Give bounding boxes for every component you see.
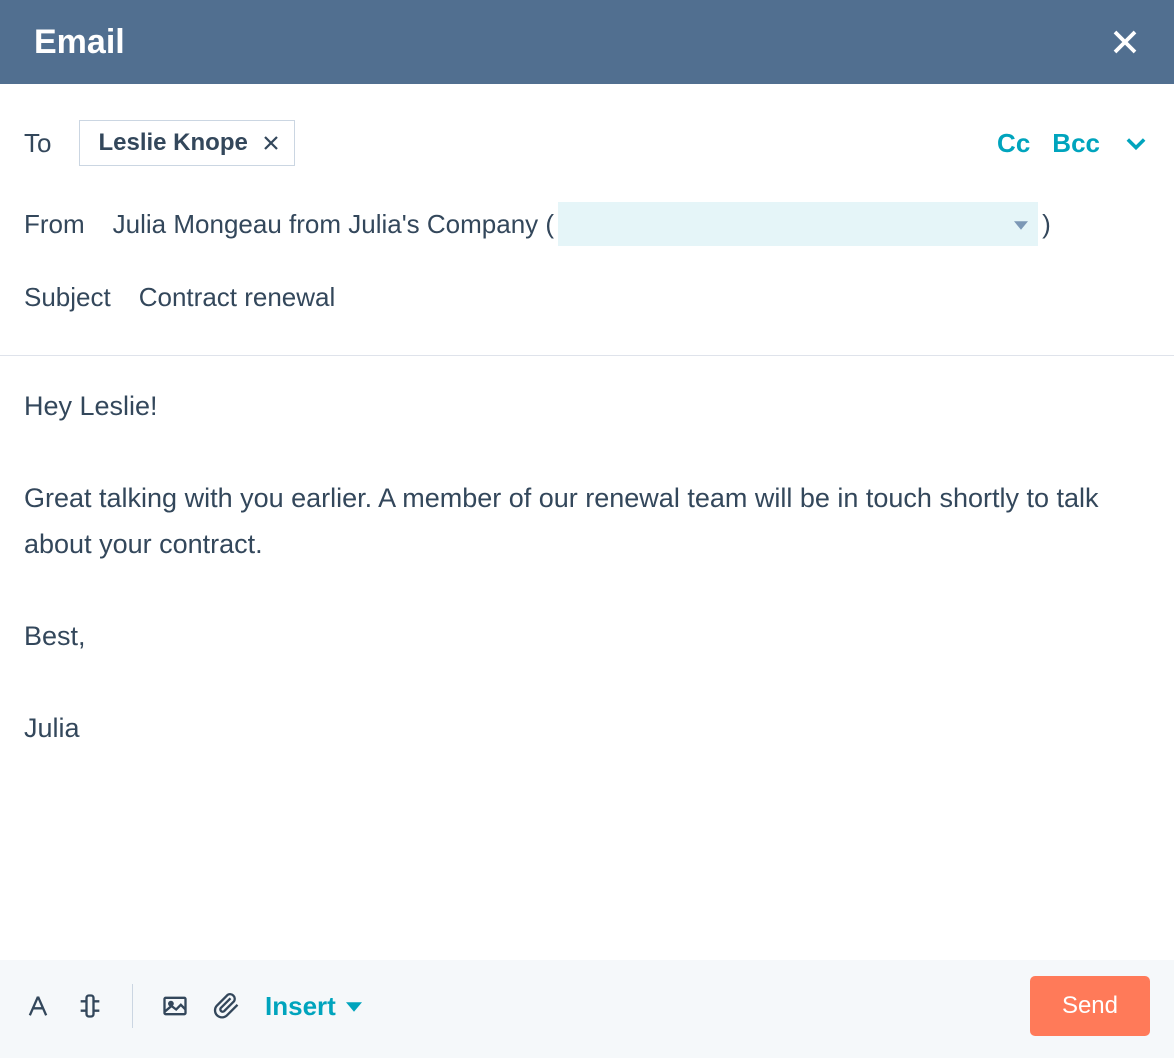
subject-input[interactable]: Contract renewal [139,282,336,313]
insert-caret [346,991,362,1022]
paperclip-icon [213,992,241,1020]
insert-image-button[interactable] [161,992,189,1020]
text-format-icon [24,992,52,1020]
insert-dropdown-button[interactable]: Insert [265,991,362,1022]
text-format-button[interactable] [24,992,52,1020]
compose-fields: To Leslie Knope Cc Bcc From Julia Mongea… [0,84,1174,339]
from-closing: ) [1042,209,1051,240]
image-icon [161,992,189,1020]
subject-label: Subject [24,282,111,313]
insert-label: Insert [265,991,336,1022]
expand-recipients-button[interactable] [1122,129,1150,157]
caret-down-icon [346,999,362,1015]
caret-down-icon [1014,219,1028,233]
to-row: To Leslie Knope Cc Bcc [24,102,1150,184]
from-row: From Julia Mongeau from Julia's Company … [24,184,1150,264]
email-body-editor[interactable]: Hey Leslie! Great talking with you earli… [0,356,1174,960]
from-name: Julia Mongeau from Julia's Company ( [113,209,554,240]
body-greeting: Hey Leslie! [24,384,1150,430]
to-row-actions: Cc Bcc [997,128,1150,159]
cc-button[interactable]: Cc [997,128,1030,159]
from-email-dropdown[interactable] [558,202,1038,246]
from-email-caret [1014,209,1028,240]
attach-file-button[interactable] [213,992,241,1020]
personalize-button[interactable] [76,992,104,1020]
recipient-name: Leslie Knope [98,129,247,157]
bcc-button[interactable]: Bcc [1052,128,1100,159]
recipient-chip[interactable]: Leslie Knope [79,120,294,166]
personalize-icon [76,992,104,1020]
close-button[interactable] [1110,27,1140,57]
close-icon [262,134,280,152]
to-label: To [24,128,51,159]
from-value[interactable]: Julia Mongeau from Julia's Company ( ) [113,202,1051,246]
send-button[interactable]: Send [1030,976,1150,1036]
chevron-down-icon [1122,129,1150,157]
toolbar-separator [132,984,133,1028]
compose-footer: Insert Send [0,960,1174,1058]
from-label: From [24,209,85,240]
compose-header: Email [0,0,1174,84]
body-paragraph: Great talking with you earlier. A member… [24,476,1150,568]
recipient-remove-button[interactable] [262,134,280,152]
body-signoff: Best, [24,614,1150,660]
close-icon [1110,27,1140,57]
subject-row: Subject Contract renewal [24,264,1150,331]
body-signature: Julia [24,706,1150,752]
header-title: Email [34,23,125,62]
